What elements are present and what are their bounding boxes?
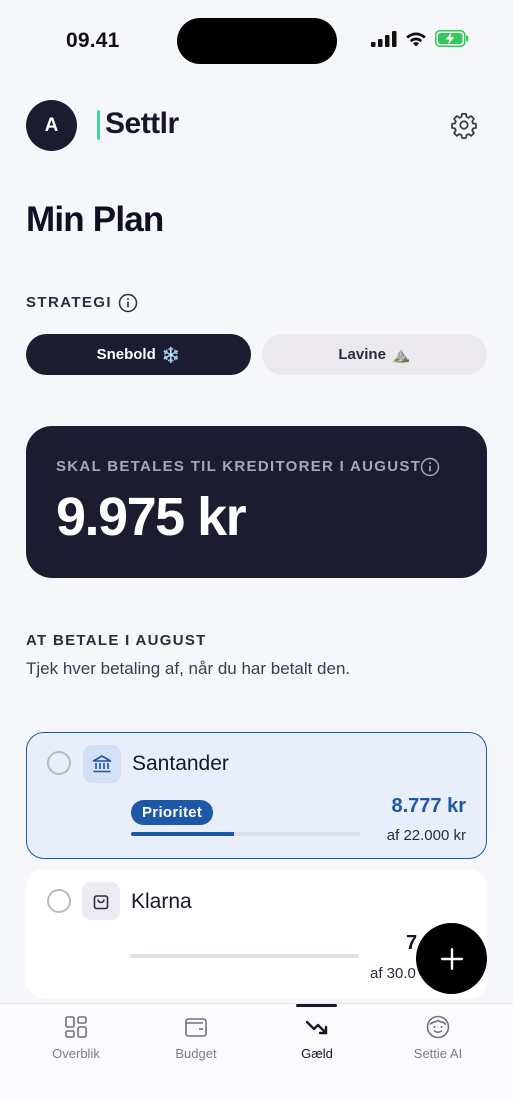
creditor-name: Klarna [131,890,192,913]
info-icon[interactable] [118,293,138,313]
total-debt: af 22.000 kr [386,827,466,844]
strategy-option-label: Snebold [96,346,156,363]
tab-settie-ai[interactable]: Settie AI [388,1014,488,1061]
progress-fill [131,832,235,836]
strategy-option-lavine[interactable]: Lavine ⛰️ [262,334,487,375]
assistant-face-icon [426,1015,450,1039]
payment-amount: 8.777 kr [391,795,466,817]
tab-overblik[interactable]: Overblik [26,1014,126,1061]
page-title: Min Plan [26,200,164,239]
app-logo: Settlr [105,107,179,140]
summary-label: SKAL BETALES TIL KREDITORER I AUGUST [56,458,422,475]
debt-card-klarna[interactable]: Klarna 7 af 30.0 [26,869,487,999]
logo-accent-bar [97,110,100,140]
snowflake-icon: ❄️ [161,346,181,364]
signal-icon [371,30,397,47]
plus-icon [440,947,463,970]
debt-card-santander[interactable]: Santander Prioritet 8.777 kr af 22.000 k… [26,732,487,859]
mountain-icon: ⛰️ [391,346,411,364]
progress-track [130,954,359,958]
creditor-name: Santander [132,752,229,775]
progress-track [131,832,360,836]
wallet-icon [185,1018,207,1037]
payment-checkbox[interactable] [47,751,71,775]
tab-gaeld[interactable]: Gæld [267,1014,367,1061]
payment-amount: 7 [406,932,418,954]
battery-charging-icon [435,30,469,47]
bank-icon [83,745,121,783]
summary-amount: 9.975 kr [56,487,247,547]
add-button[interactable] [416,923,487,994]
tab-label: Gæld [301,1046,333,1061]
grid-icon [65,1016,87,1038]
shopping-bag-icon [82,882,120,920]
strategy-option-label: Lavine [338,346,386,363]
wifi-icon [406,32,426,46]
dynamic-island [177,18,337,64]
tab-budget[interactable]: Budget [146,1014,246,1061]
tab-label: Settie AI [413,1046,463,1061]
section-subtitle: Tjek hver betaling af, når du har betalt… [26,659,351,678]
gear-icon[interactable] [450,111,478,139]
tab-label: Overblik [52,1046,100,1061]
section-label: AT BETALE I AUGUST [26,632,207,649]
avatar[interactable]: A [26,100,77,151]
strategy-option-snebold[interactable]: Snebold ❄️ [26,334,251,375]
status-icons [371,30,469,47]
total-debt: af 30.0 [370,965,416,982]
tab-label: Budget [175,1046,217,1061]
strategy-label: STRATEGI [26,294,112,311]
info-icon[interactable] [420,457,440,477]
payment-checkbox[interactable] [47,889,71,913]
priority-badge: Prioritet [131,800,214,825]
status-time: 09.41 [66,29,120,52]
active-tab-indicator [296,1004,337,1007]
trend-down-icon [305,1020,328,1035]
